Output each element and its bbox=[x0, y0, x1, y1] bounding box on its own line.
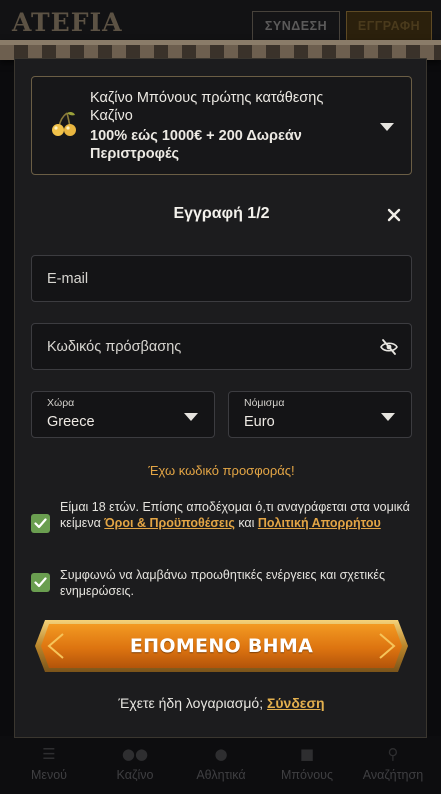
chevron-down-icon bbox=[184, 413, 198, 421]
email-input[interactable] bbox=[32, 256, 411, 301]
have-account-row: Έχετε ήδη λογαριασμό; Σύνδεση bbox=[15, 695, 428, 711]
chevron-down-icon bbox=[380, 123, 394, 131]
login-link[interactable]: Σύνδεση bbox=[267, 695, 325, 711]
currency-value: Euro bbox=[244, 414, 275, 430]
checkmark-icon bbox=[34, 577, 47, 588]
nav-label: Μενού bbox=[30, 768, 68, 782]
chips-icon: ●● bbox=[121, 745, 149, 763]
bonus-select[interactable]: Καζίνο Μπόνους πρώτης κατάθεσης Καζίνο 1… bbox=[31, 76, 412, 175]
registration-modal: Καζίνο Μπόνους πρώτης κατάθεσης Καζίνο 1… bbox=[14, 58, 427, 738]
currency-label: Νόμισμα bbox=[244, 397, 285, 409]
nav-item-sports[interactable]: ● Αθλητικά bbox=[186, 744, 256, 782]
password-field[interactable] bbox=[31, 323, 412, 370]
nav-item-search[interactable]: ⚲ Αναζήτηση bbox=[358, 744, 428, 782]
close-icon[interactable] bbox=[387, 207, 401, 222]
privacy-link[interactable]: Πολιτική Απορρήτου bbox=[258, 516, 381, 530]
nav-label: Μπόνους bbox=[280, 768, 334, 782]
age-text-part: και bbox=[234, 516, 258, 530]
bonus-offer-text: 100% εώς 1000€ + 200 Δωρεάν Περιστροφές bbox=[90, 128, 302, 162]
password-input[interactable] bbox=[32, 324, 411, 369]
bonus-title: Καζίνο Μπόνους πρώτης κατάθεσης Καζίνο bbox=[90, 90, 324, 124]
country-select[interactable]: Χώρα Greece bbox=[31, 391, 215, 438]
age-terms-checkbox[interactable] bbox=[31, 514, 50, 533]
header-register-button[interactable]: ΕΓΓΡΑΦΗ bbox=[346, 11, 432, 41]
awning-decoration bbox=[0, 40, 441, 60]
terms-link[interactable]: Όροι & Προϋποθέσεις bbox=[104, 516, 235, 530]
ball-icon: ● bbox=[214, 745, 228, 763]
country-label: Χώρα bbox=[47, 397, 75, 409]
menu-icon: ☰ bbox=[42, 745, 56, 763]
next-step-button[interactable]: ΕΠΟΜΕΝΟ ΒΗΜΑ bbox=[35, 620, 408, 672]
currency-select[interactable]: Νόμισμα Euro bbox=[228, 391, 412, 438]
promo-consent-text: Συμφωνώ να λαμβάνω προωθητικές ενέργειες… bbox=[60, 568, 385, 598]
nav-label: Καζίνο bbox=[116, 768, 154, 782]
promo-code-link[interactable]: Έχω κωδικό προσφοράς! bbox=[15, 463, 428, 478]
email-field[interactable] bbox=[31, 255, 412, 302]
search-icon: ⚲ bbox=[387, 745, 399, 763]
step-title: Εγγραφή 1/2 bbox=[173, 205, 270, 222]
nav-item-bonus[interactable]: ■ Μπόνους bbox=[272, 744, 342, 782]
have-account-text: Έχετε ήδη λογαριασμό; bbox=[118, 695, 264, 711]
age-terms-text: Είμαι 18 ετών. Επίσης αποδέχομαι ό,τι αν… bbox=[60, 499, 412, 531]
nav-label: Αναζήτηση bbox=[362, 768, 424, 782]
checkmark-icon bbox=[34, 518, 47, 529]
chevron-down-icon bbox=[381, 413, 395, 421]
header-login-button[interactable]: ΣΥΝΔΕΣΗ bbox=[252, 11, 340, 41]
nav-label: Αθλητικά bbox=[196, 768, 246, 782]
bonus-offer: 100% εώς 1000€ + 200 Δωρεάν Περιστροφές bbox=[90, 127, 370, 163]
eye-slash-icon[interactable] bbox=[380, 339, 398, 355]
country-value: Greece bbox=[47, 414, 95, 430]
next-step-label: ΕΠΟΜΕΝΟ ΒΗΜΑ bbox=[129, 635, 314, 657]
nav-item-casino[interactable]: ●● Καζίνο bbox=[100, 744, 170, 782]
site-logo[interactable]: ATEFIA bbox=[12, 8, 123, 37]
bottom-nav: ☰ Μενού ●● Καζίνο ● Αθλητικά ■ Μπόνους ⚲… bbox=[0, 736, 441, 794]
cherries-icon bbox=[50, 111, 78, 141]
promo-consent-checkbox[interactable] bbox=[31, 573, 50, 592]
gift-icon: ■ bbox=[299, 745, 315, 763]
nav-item-menu[interactable]: ☰ Μενού bbox=[14, 744, 84, 782]
